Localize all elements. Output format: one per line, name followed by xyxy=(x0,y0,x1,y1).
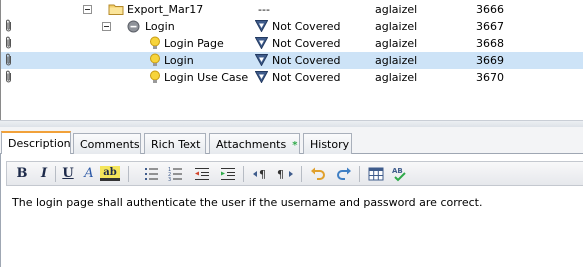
underline-button[interactable]: U xyxy=(59,165,77,183)
not-covered-icon xyxy=(255,71,268,83)
row-id: 3667 xyxy=(476,20,504,33)
row-id: 3669 xyxy=(476,54,504,67)
tab-label: Attachments xyxy=(216,138,287,151)
requirements-window: Export_Mar17 --- aglaizel 3666 Login Not… xyxy=(0,0,583,267)
spell-check-icon[interactable]: AB xyxy=(391,165,409,183)
left-to-right-icon[interactable]: ¶ xyxy=(251,165,271,183)
tab-label: Description xyxy=(8,137,71,150)
svg-text:¶: ¶ xyxy=(277,168,284,181)
row-status: Not Covered xyxy=(272,20,341,33)
table-row[interactable]: Login Page Not Covered aglaizel 3668 xyxy=(1,35,583,52)
increase-indent-icon[interactable] xyxy=(219,165,237,183)
table-row-selected[interactable]: Login Not Covered aglaizel 3669 xyxy=(1,52,583,69)
row-owner: aglaizel xyxy=(375,71,418,84)
lightbulb-icon xyxy=(150,36,160,49)
not-covered-icon xyxy=(255,20,268,32)
toolbar-separator xyxy=(301,166,302,182)
undo-icon[interactable] xyxy=(309,165,327,183)
toolbar-separator xyxy=(128,166,129,182)
row-status: Not Covered xyxy=(272,71,341,84)
toolbar-separator xyxy=(359,166,360,182)
row-owner: aglaizel xyxy=(375,37,418,50)
lightbulb-icon xyxy=(150,53,160,66)
numbered-list-icon[interactable]: 1 2 3 xyxy=(167,165,185,183)
folder-icon xyxy=(108,4,124,15)
highlight-button[interactable]: ab xyxy=(100,166,120,181)
row-id: 3668 xyxy=(476,37,504,50)
font-color-button[interactable]: A xyxy=(80,165,98,183)
row-name: Login Page xyxy=(164,37,224,50)
italic-button[interactable]: I xyxy=(35,165,53,183)
row-status: --- xyxy=(258,3,270,16)
bold-button[interactable]: B xyxy=(13,165,31,183)
details-tab-strip: Description Comments Rich Text Attachmen… xyxy=(0,127,583,155)
redo-icon[interactable] xyxy=(335,165,353,183)
toolbar-separator xyxy=(55,166,56,182)
table-row[interactable]: Export_Mar17 --- aglaizel 3666 xyxy=(1,1,583,18)
tab-label: Rich Text xyxy=(151,138,201,151)
row-id: 3670 xyxy=(476,71,504,84)
row-name: Login Use Case xyxy=(164,71,249,84)
tab-description[interactable]: Description xyxy=(1,131,71,155)
paperclip-icon xyxy=(6,70,11,83)
collapse-toggle[interactable] xyxy=(83,5,92,14)
row-owner: aglaizel xyxy=(375,20,418,33)
not-covered-icon xyxy=(255,54,268,66)
right-to-left-icon[interactable]: ¶ xyxy=(275,165,295,183)
row-owner: aglaizel xyxy=(375,54,418,67)
row-status: Not Covered xyxy=(272,37,341,50)
tab-label: Comments xyxy=(80,138,140,151)
description-panel: B I U A ab 1 2 3 ¶ ¶ AB The login page s… xyxy=(0,154,583,267)
paperclip-icon xyxy=(6,36,11,49)
lightbulb-icon xyxy=(150,70,160,83)
rich-text-toolbar: B I U A ab 1 2 3 ¶ ¶ AB xyxy=(6,161,583,186)
tab-comments[interactable]: Comments xyxy=(73,133,141,154)
collapse-toggle[interactable] xyxy=(102,22,111,31)
row-owner: aglaizel xyxy=(375,3,418,16)
row-name: Export_Mar17 xyxy=(127,3,204,16)
row-name: Login xyxy=(164,54,194,67)
toolbar-separator xyxy=(243,166,244,182)
paperclip-icon xyxy=(6,19,11,32)
pane-splitter[interactable] xyxy=(0,120,583,127)
attachments-badge: * xyxy=(292,140,298,151)
table-row[interactable]: Login Not Covered aglaizel 3667 xyxy=(1,18,583,35)
tab-label: History xyxy=(310,138,350,151)
not-covered-icon xyxy=(255,37,268,49)
row-name: Login xyxy=(145,20,175,33)
svg-text:3: 3 xyxy=(168,177,171,183)
description-text[interactable]: The login page shall authenticate the us… xyxy=(12,196,572,209)
insert-table-icon[interactable] xyxy=(367,165,385,183)
tab-attachments[interactable]: Attachments * xyxy=(209,133,300,154)
tab-history[interactable]: History xyxy=(303,133,352,154)
decrease-indent-icon[interactable] xyxy=(193,165,211,183)
bullet-list-icon[interactable] xyxy=(143,165,161,183)
requirements-tree-grid: Export_Mar17 --- aglaizel 3666 Login Not… xyxy=(0,0,583,120)
row-status: Not Covered xyxy=(272,54,341,67)
table-row[interactable]: Login Use Case Not Covered aglaizel 3670 xyxy=(1,69,583,86)
paperclip-icon xyxy=(6,53,11,66)
row-id: 3666 xyxy=(476,3,504,16)
tab-rich-text[interactable]: Rich Text xyxy=(144,133,206,154)
svg-text:AB: AB xyxy=(392,167,403,175)
requirement-group-icon xyxy=(127,20,140,33)
svg-text:¶: ¶ xyxy=(259,168,266,181)
